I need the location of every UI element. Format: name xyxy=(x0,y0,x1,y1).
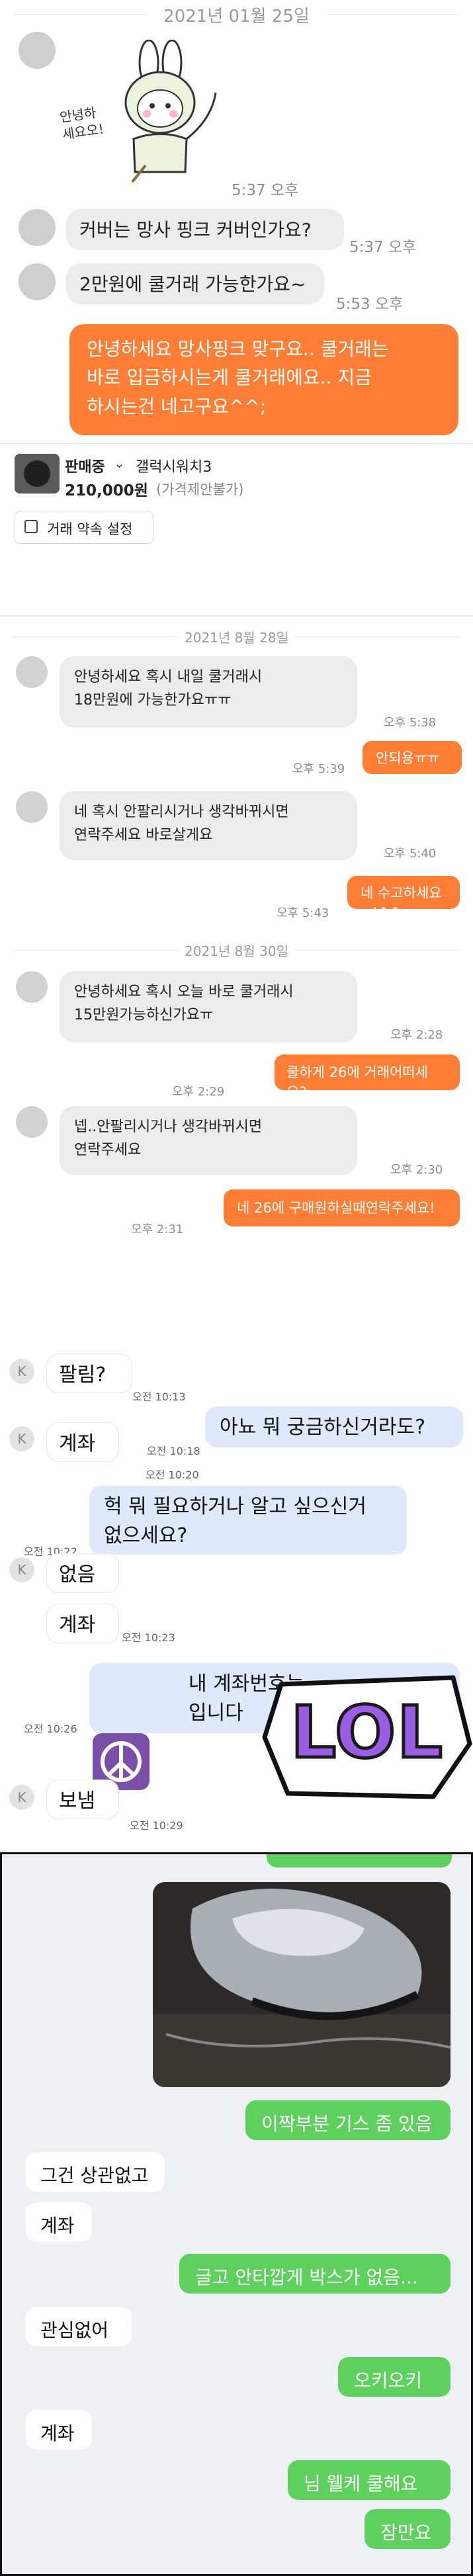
section-gap xyxy=(0,569,473,615)
avatar[interactable]: K xyxy=(9,1426,34,1451)
message-bubble: 커버는 망사 핑크 커버인가요? xyxy=(66,209,344,250)
avatar[interactable] xyxy=(16,791,48,823)
message-time: 오전 10:18 xyxy=(147,1445,200,1457)
message-bubble: 쿨하게 26에 거래어떠세요? xyxy=(275,1054,460,1100)
avatar[interactable]: K xyxy=(9,1557,34,1582)
message-time: 오후 5:39 xyxy=(292,762,345,776)
section-gap xyxy=(0,1832,473,1852)
message-bubble: 그건 상관없고 xyxy=(26,2152,165,2192)
message-time: 오후 2:28 xyxy=(390,1028,443,1042)
message-bubble: 네 혹시 안팔리시거나 생각바뀌시면 연락주세요 바로살게요 xyxy=(60,791,357,860)
message-time: 5:53 오후 xyxy=(336,296,404,313)
message-bubble: 네 26에 구매원하실때연락주세요! xyxy=(224,1189,460,1226)
message-bubble: 2만원에 쿨거래 가능한가요~ xyxy=(66,263,324,304)
product-name: 갤럭시워치3 xyxy=(136,459,212,476)
message-bubble: 안녕하세요 혹시 내일 쿨거래시 18만원에 가능한가요ㅠㅠ xyxy=(60,656,357,728)
message-bubble: 계좌 xyxy=(26,2410,92,2450)
chevron-down-icon[interactable]: ⌄ xyxy=(114,455,125,471)
message-time: 오전 10:23 xyxy=(122,1631,175,1644)
message-bubble: 아뇨 뭐 궁금하신거라도? xyxy=(205,1406,463,1447)
avatar[interactable]: K xyxy=(9,1359,34,1384)
message-bubble: 안녕하세요 혹시 오늘 바로 쿨거래시 15만원가능하신가요ㅠ xyxy=(60,971,357,1043)
message-time: 5:37 오후 xyxy=(349,239,417,256)
product-divider xyxy=(0,443,473,444)
date-line-left xyxy=(13,636,179,637)
message-time: 오전 10:26 xyxy=(24,1723,77,1735)
message-time: 오후 5:43 xyxy=(277,906,329,920)
message-time: 오후 2:30 xyxy=(390,1163,443,1177)
appointment-label: 거래 약속 설정 xyxy=(47,521,133,537)
message-time: 오후 2:29 xyxy=(172,1085,225,1099)
message-time: 오전 10:13 xyxy=(132,1391,186,1403)
avatar[interactable]: K xyxy=(9,1785,34,1810)
message-time: 오후 5:38 xyxy=(384,716,437,730)
chat-section-4: 이짝부분 기스 좀 있음 그건 상관없고 계좌 글고 안타깝게 박스가 없음..… xyxy=(0,1852,473,2576)
panel-top-line xyxy=(0,615,473,617)
message-bubble: 계좌 xyxy=(46,1422,119,1462)
lol-sticker: LOL xyxy=(261,1671,473,1803)
avatar[interactable] xyxy=(19,32,56,69)
message-bubble: 안되용ㅠㅠㅠㅠ xyxy=(363,741,462,786)
message-bubble: 관심없어 xyxy=(26,2307,132,2346)
section-gap xyxy=(0,1290,473,1330)
message-bubble: 오키오키 xyxy=(338,2357,451,2397)
message-time: 오전 10:29 xyxy=(130,1819,183,1832)
message-bubble: 안녕하세요 망사핑크 맞구요.. 쿨거래는 바로 입금하시는게 쿨거래에요.. … xyxy=(69,324,458,435)
sticker-text: 안녕하 세요오! xyxy=(58,104,105,143)
avatar[interactable] xyxy=(19,209,56,246)
avatar[interactable] xyxy=(16,971,48,1003)
date-line-right xyxy=(294,950,460,951)
avatar[interactable] xyxy=(19,263,56,300)
message-bubble: 잠만요 xyxy=(365,2509,451,2549)
message-bubble: 글고 안타깝게 박스가 없음... xyxy=(179,2254,451,2294)
message-bubble: 보냄 xyxy=(46,1780,119,1819)
message-time: 오전 10:20 xyxy=(146,1469,199,1481)
sticker-time: 5:37 오후 xyxy=(232,182,299,199)
product-thumbnail[interactable] xyxy=(15,454,60,494)
message-time: 오후 2:31 xyxy=(131,1223,184,1236)
avatar[interactable] xyxy=(16,1106,48,1138)
calendar-icon xyxy=(24,520,38,533)
message-bubble: 님 웰케 쿨해요 xyxy=(288,2460,451,2500)
product-status[interactable]: 판매중 xyxy=(65,455,105,476)
message-time: 오후 5:40 xyxy=(384,847,437,861)
lol-text: LOL xyxy=(289,1692,445,1774)
appointment-button[interactable]: 거래 약속 설정 xyxy=(15,511,153,544)
greeting-sticker xyxy=(86,39,232,185)
message-bubble: 팔림? xyxy=(46,1353,132,1393)
chat-section-3: K 팔림? 오전 10:13 아뇨 뭐 궁금하신거라도? 오전 10:18 K … xyxy=(0,1330,473,1832)
avatar[interactable] xyxy=(16,656,48,688)
message-bubble: 계좌 xyxy=(46,1604,119,1643)
message-bubble: 네 수고하세요~!^^ xyxy=(347,876,460,921)
message-bubble: 없음 xyxy=(46,1553,119,1593)
chat-section-1: 2021년 01월 25일 안녕하 세요오! 5:37 오후 커버는 망사 핑크… xyxy=(0,0,473,569)
message-bubble: 계좌 xyxy=(26,2202,92,2242)
date-line-right xyxy=(294,636,460,637)
mouse-photo[interactable] xyxy=(153,1882,451,2087)
message-bubble: 헉 뭐 필요하거나 알고 싶으신거 없으세요? xyxy=(89,1486,407,1555)
message-bubble: 이짝부분 기스 좀 있음 xyxy=(245,2100,451,2140)
date-line-left xyxy=(13,950,179,951)
message-bubble: 넵..안팔리시거나 생각바뀌시면 연락주세요 xyxy=(60,1106,357,1175)
chat-section-2: 2021년 8월 28일 안녕하세요 혹시 내일 쿨거래시 18만원에 가능한가… xyxy=(0,615,473,1290)
previous-bubble-tail xyxy=(267,1854,452,1868)
product-price: 210,000원 xyxy=(65,482,148,499)
product-price-note: (가격제안불가) xyxy=(156,482,244,497)
